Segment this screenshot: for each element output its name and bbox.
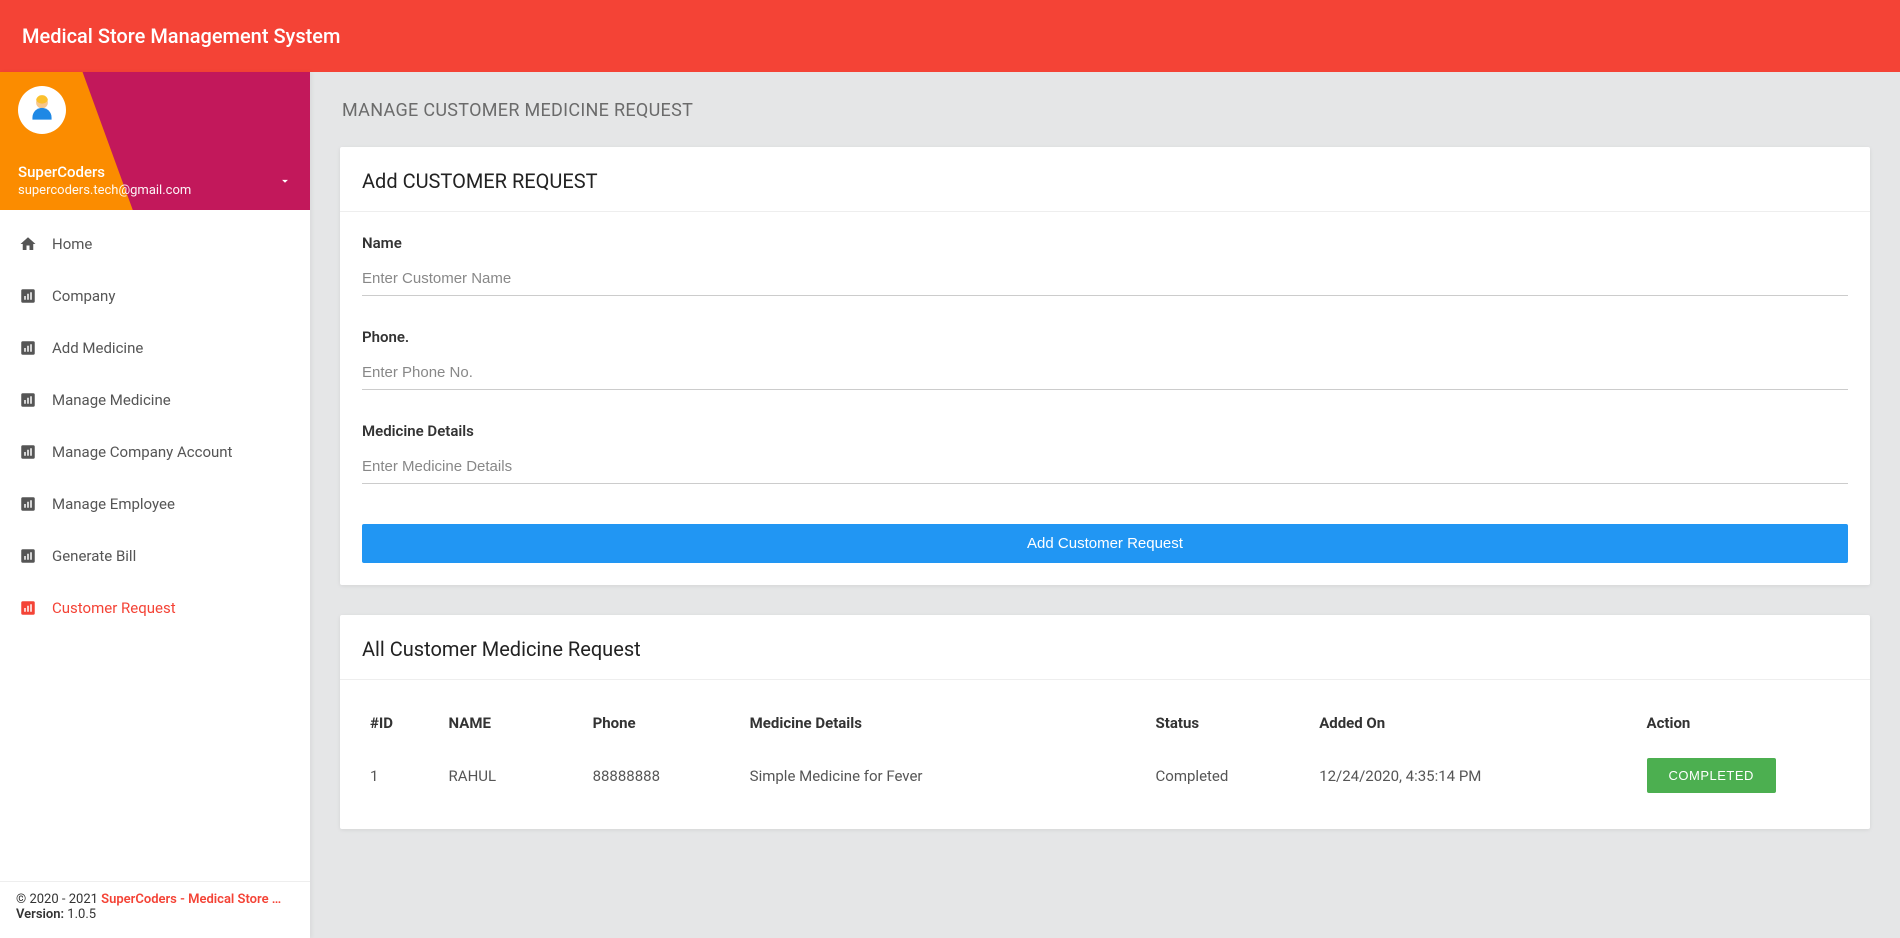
chart-icon: [18, 598, 38, 618]
sidebar-header: SuperCoders supercoders.tech@gmail.com: [0, 72, 310, 210]
cell-phone: 88888888: [585, 744, 742, 807]
sidebar-item-customer-request[interactable]: Customer Request: [0, 582, 310, 634]
sidebar-footer: © 2020 - 2021 SuperCoders - Medical Stor…: [0, 881, 310, 938]
sidebar-item-label: Home: [52, 235, 92, 253]
footer-brand[interactable]: SuperCoders - Medical Store …: [101, 892, 281, 907]
medicine-label: Medicine Details: [362, 422, 1848, 440]
chart-icon: [18, 546, 38, 566]
chart-icon: [18, 338, 38, 358]
sidebar-item-label: Company: [52, 287, 115, 305]
table-header: Status: [1148, 702, 1312, 744]
sidebar-item-label: Manage Employee: [52, 495, 175, 513]
cell-details: Simple Medicine for Fever: [742, 744, 1148, 807]
footer-line-1: © 2020 - 2021 SuperCoders - Medical Stor…: [16, 892, 294, 907]
chevron-down-icon[interactable]: [278, 174, 292, 192]
chart-icon: [18, 286, 38, 306]
phone-label: Phone.: [362, 328, 1848, 346]
medicine-input[interactable]: [362, 450, 1848, 484]
completed-button[interactable]: COMPLETED: [1647, 758, 1776, 793]
list-header: All Customer Medicine Request: [340, 615, 1870, 680]
cell-action: COMPLETED: [1639, 744, 1849, 807]
sidebar-item-home[interactable]: Home: [0, 218, 310, 270]
sidebar-item-label: Add Medicine: [52, 339, 143, 357]
sidebar-item-company[interactable]: Company: [0, 270, 310, 322]
user-block[interactable]: SuperCoders supercoders.tech@gmail.com: [18, 163, 191, 198]
cell-id: 1: [362, 744, 441, 807]
table-row: 1RAHUL88888888Simple Medicine for FeverC…: [362, 744, 1848, 807]
topbar: Medical Store Management System: [0, 0, 1900, 72]
sidebar-item-label: Manage Company Account: [52, 443, 232, 461]
name-label: Name: [362, 234, 1848, 252]
chart-icon: [18, 390, 38, 410]
add-request-card: Add CUSTOMER REQUEST Name Phone. Medicin…: [340, 147, 1870, 585]
table-header: NAME: [441, 702, 585, 744]
page-title: MANAGE CUSTOMER MEDICINE REQUEST: [340, 72, 1870, 127]
cell-status: Completed: [1148, 744, 1312, 807]
app-title: Medical Store Management System: [22, 24, 340, 48]
chart-icon: [18, 494, 38, 514]
list-card: All Customer Medicine Request #IDNAMEPho…: [340, 615, 1870, 829]
sidebar-item-manage-company-account[interactable]: Manage Company Account: [0, 426, 310, 478]
version-label: Version:: [16, 907, 64, 922]
table-header: Added On: [1311, 702, 1638, 744]
sidebar-item-manage-employee[interactable]: Manage Employee: [0, 478, 310, 530]
avatar[interactable]: [18, 86, 66, 134]
cell-name: RAHUL: [441, 744, 585, 807]
version-value: 1.0.5: [64, 907, 96, 922]
requests-table: #IDNAMEPhoneMedicine DetailsStatusAdded …: [362, 702, 1848, 807]
add-request-button[interactable]: Add Customer Request: [362, 524, 1848, 563]
home-icon: [18, 234, 38, 254]
table-header: Medicine Details: [742, 702, 1148, 744]
sidebar-nav: Home Company Add Medicine Manage Medicine Ma…: [0, 210, 310, 881]
table-header: Action: [1639, 702, 1849, 744]
table-header: #ID: [362, 702, 441, 744]
sidebar-item-manage-medicine[interactable]: Manage Medicine: [0, 374, 310, 426]
footer-line-2: Version: 1.0.5: [16, 907, 294, 922]
sidebar-item-label: Generate Bill: [52, 547, 136, 565]
user-name: SuperCoders: [18, 163, 191, 181]
sidebar-item-label: Manage Medicine: [52, 391, 171, 409]
name-input[interactable]: [362, 262, 1848, 296]
table-header: Phone: [585, 702, 742, 744]
phone-input[interactable]: [362, 356, 1848, 390]
cell-added-on: 12/24/2020, 4:35:14 PM: [1311, 744, 1638, 807]
sidebar-item-generate-bill[interactable]: Generate Bill: [0, 530, 310, 582]
sidebar: SuperCoders supercoders.tech@gmail.com H…: [0, 72, 310, 938]
sidebar-item-add-medicine[interactable]: Add Medicine: [0, 322, 310, 374]
chart-icon: [18, 442, 38, 462]
footer-prefix: © 2020 - 2021: [16, 892, 101, 907]
add-request-header: Add CUSTOMER REQUEST: [340, 147, 1870, 212]
main-content: MANAGE CUSTOMER MEDICINE REQUEST Add CUS…: [310, 72, 1900, 938]
user-email: supercoders.tech@gmail.com: [18, 183, 191, 198]
sidebar-item-label: Customer Request: [52, 599, 176, 617]
